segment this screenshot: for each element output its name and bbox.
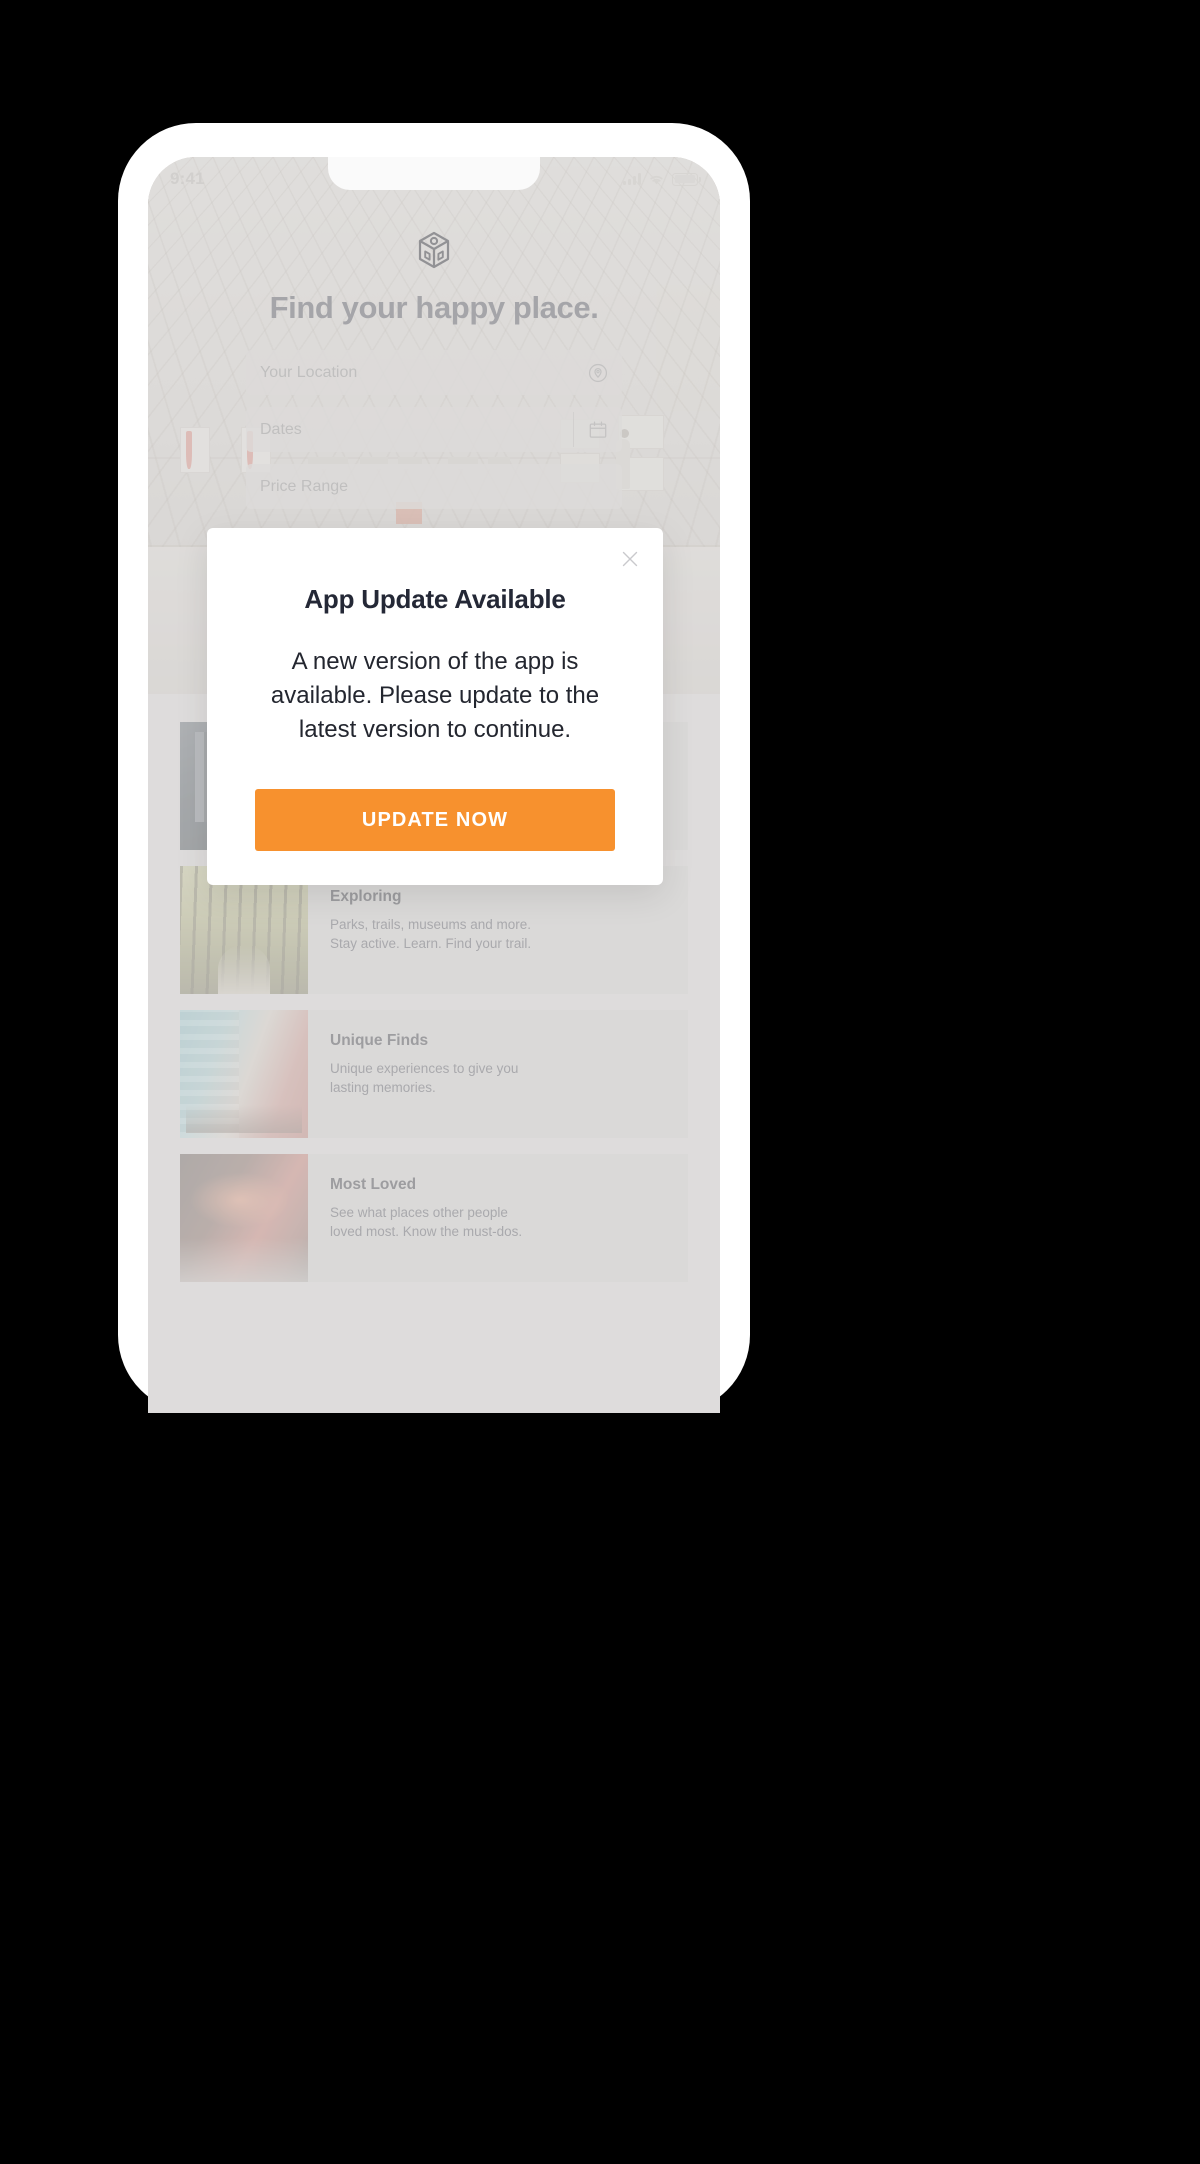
update-now-button[interactable]: UPDATE NOW [255,789,615,852]
dialog-message: A new version of the app is available. P… [270,648,600,744]
app-update-dialog: App Update Available A new version of th… [207,528,663,886]
screenshot-canvas: 9:41 Find your happy place. Your Locatio… [0,0,1200,2164]
close-icon[interactable] [619,548,641,570]
dialog-title: App Update Available [304,584,566,614]
